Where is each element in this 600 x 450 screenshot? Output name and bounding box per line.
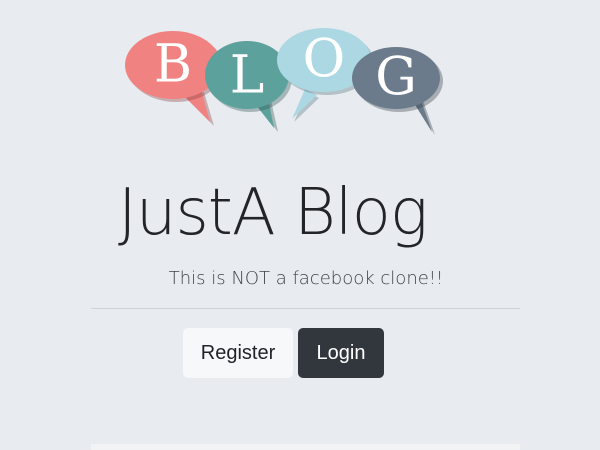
divider: [91, 308, 520, 309]
logo-letter-b: B: [154, 35, 192, 95]
blog-logo: B L O G: [122, 28, 452, 140]
login-button[interactable]: Login: [298, 328, 384, 378]
logo-letter-o: O: [303, 30, 346, 90]
page-subtitle: This is NOT a facebook clone!!: [168, 268, 444, 289]
blog-logo-image: B L O G: [125, 28, 443, 135]
register-button[interactable]: Register: [183, 328, 293, 378]
page-title: JustA Blog: [118, 176, 428, 250]
bottom-panel: [91, 444, 520, 450]
logo-letter-l: L: [230, 46, 265, 106]
logo-letter-g: G: [375, 48, 417, 108]
